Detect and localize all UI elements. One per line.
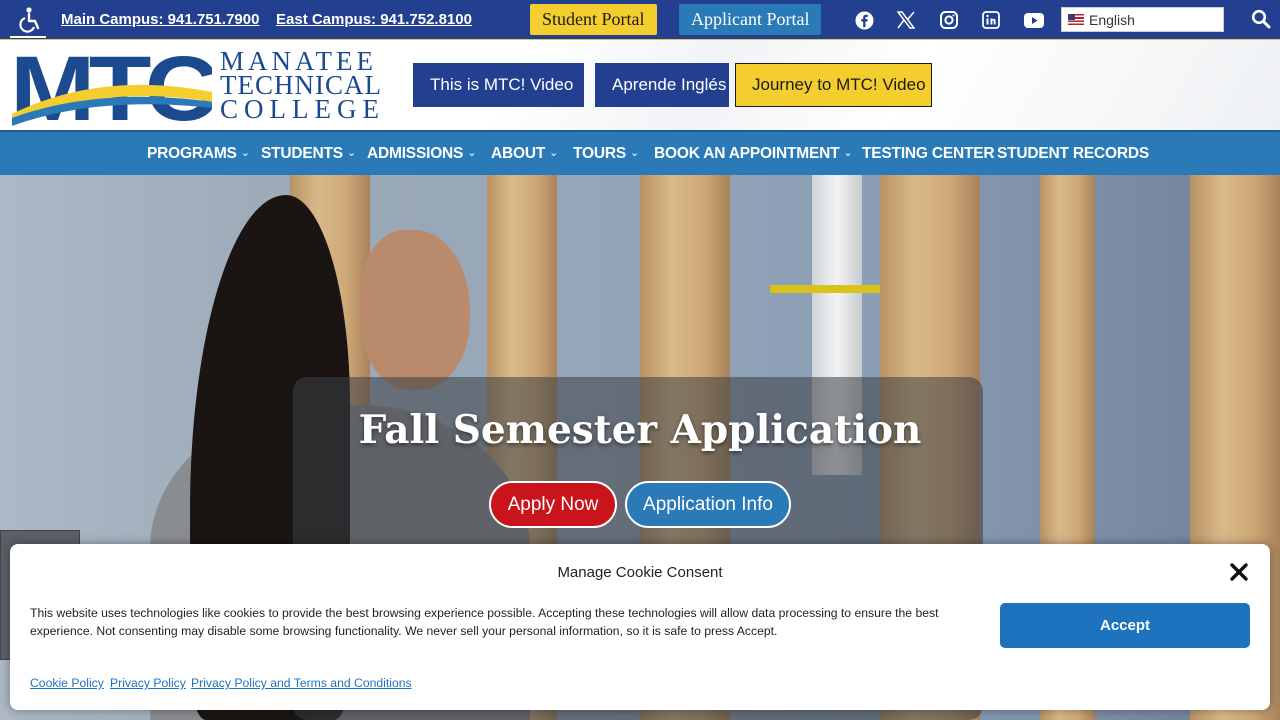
- hero-title: Fall Semester Application: [358, 407, 922, 453]
- accessibility-icon[interactable]: [10, 4, 46, 38]
- nav-item-students[interactable]: STUDENTS ⌄: [261, 145, 356, 163]
- aprende-ingles-button[interactable]: Aprende Inglés: [595, 63, 729, 107]
- nav-label: STUDENT RECORDS: [997, 145, 1150, 162]
- logo-line-3: COLLEGE: [220, 94, 385, 124]
- chevron-down-icon: ⌄: [843, 147, 853, 159]
- this-is-mtc-video-button[interactable]: This is MTC! Video: [413, 63, 584, 107]
- search-icon[interactable]: [1251, 9, 1273, 31]
- east-campus-phone-link[interactable]: East Campus: 941.752.8100: [276, 11, 472, 28]
- nav-item-about[interactable]: ABOUT ⌄: [491, 145, 558, 163]
- facebook-icon[interactable]: [853, 9, 875, 31]
- mtc-logo[interactable]: MTC MANATEE TECHNICAL COLLEGE: [10, 38, 396, 140]
- nav-label: TESTING CENTER: [862, 145, 995, 162]
- cookie-consent-dialog: Manage Cookie Consent This website uses …: [10, 544, 1270, 710]
- nav-item-testing-center[interactable]: TESTING CENTER: [862, 145, 995, 163]
- hero-student-face: [360, 230, 470, 390]
- youtube-icon[interactable]: [1023, 9, 1045, 31]
- nav-label: ABOUT: [491, 145, 546, 162]
- chevron-down-icon: ⌄: [346, 147, 356, 159]
- nav-label: STUDENTS: [261, 145, 343, 162]
- nav-label: ADMISSIONS: [367, 145, 464, 162]
- nav-item-book-appointment[interactable]: BOOK AN APPOINTMENT ⌄: [654, 145, 853, 163]
- linkedin-icon[interactable]: [980, 9, 1002, 31]
- language-label: English: [1089, 11, 1135, 28]
- nav-item-admissions[interactable]: ADMISSIONS ⌄: [367, 145, 476, 163]
- nav-label: TOURS: [573, 145, 626, 162]
- privacy-policy-link[interactable]: Privacy Policy: [110, 676, 186, 690]
- us-flag-icon: [1068, 14, 1084, 25]
- accept-button[interactable]: Accept: [1000, 603, 1250, 648]
- close-icon[interactable]: [1228, 561, 1250, 583]
- cookie-title: Manage Cookie Consent: [557, 564, 723, 581]
- main-nav: PROGRAMS ⌄ STUDENTS ⌄ ADMISSIONS ⌄ ABOUT ⌄ T…: [0, 130, 1280, 175]
- chevron-down-icon: ⌄: [467, 147, 477, 159]
- nav-label: BOOK AN APPOINTMENT: [654, 145, 840, 162]
- chevron-down-icon: ⌄: [629, 147, 640, 159]
- language-select[interactable]: English: [1061, 7, 1224, 32]
- cookie-policy-link[interactable]: Cookie Policy: [30, 676, 104, 690]
- apply-now-button[interactable]: Apply Now: [489, 481, 617, 528]
- hero-yellow-pipe: [770, 285, 880, 293]
- chevron-down-icon: ⌄: [549, 147, 559, 159]
- applicant-portal-button[interactable]: Applicant Portal: [679, 4, 822, 35]
- privacy-terms-link[interactable]: Privacy Policy and Terms and Conditions: [191, 676, 412, 690]
- top-bar: Main Campus: 941.751.7900 East Campus: 9…: [0, 0, 1280, 39]
- nav-item-tours[interactable]: TOURS ⌄: [573, 145, 639, 163]
- site-header: MTC MANATEE TECHNICAL COLLEGE This is MT…: [0, 38, 1280, 140]
- logo-wordmark: MANATEE TECHNICAL COLLEGE: [220, 48, 385, 124]
- journey-to-mtc-video-button[interactable]: Journey to MTC! Video: [735, 63, 932, 107]
- nav-label: PROGRAMS: [147, 145, 237, 162]
- cookie-body-text: This website uses technologies like cook…: [30, 606, 939, 638]
- instagram-icon[interactable]: [938, 9, 960, 31]
- main-campus-phone-link[interactable]: Main Campus: 941.751.7900: [61, 11, 259, 28]
- nav-item-student-records[interactable]: STUDENT RECORDS: [997, 145, 1149, 163]
- nav-item-programs[interactable]: PROGRAMS ⌄: [147, 145, 250, 163]
- application-info-button[interactable]: Application Info: [625, 481, 791, 528]
- chevron-down-icon: ⌄: [240, 147, 250, 159]
- student-portal-button[interactable]: Student Portal: [530, 4, 657, 35]
- x-icon[interactable]: [895, 9, 917, 31]
- mtc-logo-mark: MTC: [10, 38, 222, 140]
